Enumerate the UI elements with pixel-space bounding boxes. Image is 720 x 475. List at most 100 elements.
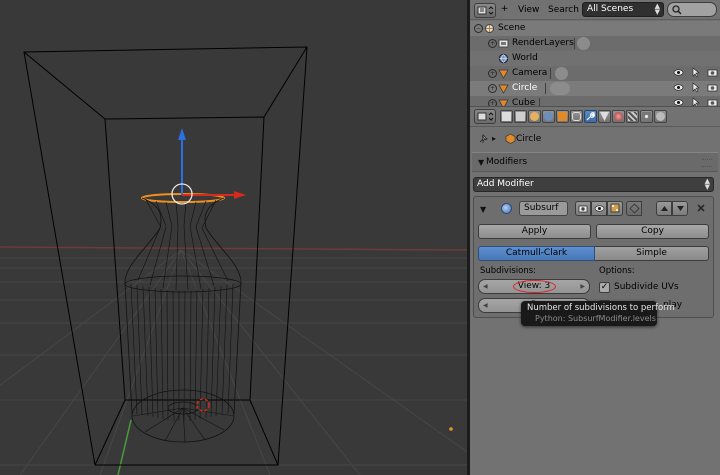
render-camera-icon[interactable] xyxy=(707,82,718,93)
editor-type-button[interactable] xyxy=(474,3,496,18)
world-icon xyxy=(498,53,509,64)
cursor-select-icon[interactable] xyxy=(690,82,701,93)
row-label: Camera xyxy=(512,68,548,78)
circle-object-wireframe xyxy=(124,193,242,443)
pin-icon[interactable] xyxy=(478,134,488,144)
scene-tab[interactable] xyxy=(528,110,541,123)
copy-button[interactable]: Copy xyxy=(596,224,709,239)
simple-button[interactable]: Simple xyxy=(595,246,709,261)
move-up-button[interactable] xyxy=(656,201,672,216)
decrement-arrow-icon[interactable]: ◀ xyxy=(483,280,488,293)
tooltip-text: Number of subdivisions to perform xyxy=(527,303,675,313)
3d-cursor[interactable] xyxy=(196,398,210,412)
subsurf-modifier-box: ▼ Subsurf Apply Copy Catmull-Clark Simpl… xyxy=(473,196,714,318)
outliner-search-input[interactable] xyxy=(667,2,717,17)
camera-data-icon[interactable] xyxy=(555,67,568,80)
panel-title: Modifiers xyxy=(486,157,528,167)
properties-context-bar xyxy=(470,106,720,127)
outliner-row-renderlayers[interactable]: + RenderLayers xyxy=(470,36,720,51)
eye-icon[interactable] xyxy=(673,97,684,106)
menu-view[interactable]: View xyxy=(518,5,539,15)
viewport-toggle-button[interactable] xyxy=(591,201,607,216)
arrow-down-icon xyxy=(677,206,684,211)
breadcrumb: ▸ Circle xyxy=(470,127,720,151)
texture-tab[interactable] xyxy=(626,110,639,123)
render-camera-icon[interactable] xyxy=(707,67,718,78)
decrement-arrow-icon[interactable]: ◀ xyxy=(483,299,488,312)
tooltip-python-path: Python: SubsurfModifier.levels xyxy=(535,314,656,323)
cage-icon xyxy=(629,203,640,214)
cage-toggle-button[interactable] xyxy=(626,201,642,216)
particles-tab[interactable] xyxy=(640,110,653,123)
mesh-data-modifier-icon[interactable] xyxy=(550,82,570,95)
expand-icon[interactable]: + xyxy=(488,84,497,93)
eye-icon[interactable] xyxy=(673,67,684,78)
subdivide-uvs-label: Subdivide UVs xyxy=(614,282,679,292)
outliner-row-camera[interactable]: + Camera xyxy=(470,66,720,81)
outliner-panel: + View Search All Scenes ▲ ▼ − Scene + Re… xyxy=(470,0,720,106)
eye-icon[interactable] xyxy=(673,82,684,93)
subdivide-uvs-checkbox[interactable]: ✓ xyxy=(599,282,610,293)
x-axis-arrow[interactable] xyxy=(234,191,246,199)
outliner-row-scene[interactable]: − Scene xyxy=(470,21,720,36)
add-modifier-dropdown[interactable]: Add Modifier ▲ ▼ xyxy=(473,177,714,192)
modifier-collapse-icon[interactable]: ▼ xyxy=(480,205,486,214)
display-mode-select[interactable]: All Scenes ▲ ▼ xyxy=(582,2,664,17)
separator xyxy=(545,83,546,94)
outliner-row-cube[interactable]: + Cube xyxy=(470,96,720,106)
cursor-select-icon[interactable] xyxy=(690,97,701,106)
object-cube-icon xyxy=(505,133,516,144)
x-axis-line xyxy=(0,246,467,251)
constraints-tab[interactable] xyxy=(570,110,583,123)
outliner-header: + View Search All Scenes ▲ ▼ xyxy=(470,0,720,20)
header-expand-icon[interactable]: + xyxy=(500,5,509,14)
3d-viewport[interactable] xyxy=(0,0,467,475)
expand-icon[interactable]: + xyxy=(488,99,497,106)
expand-icon[interactable]: + xyxy=(488,69,497,78)
modifiers-tab[interactable] xyxy=(584,110,597,123)
lamp-dot xyxy=(449,427,453,431)
outliner-editor-icon xyxy=(477,6,494,15)
move-down-button[interactable] xyxy=(672,201,688,216)
expand-icon[interactable]: + xyxy=(488,39,497,48)
search-icon xyxy=(672,5,682,15)
close-icon[interactable] xyxy=(696,203,706,213)
object-tab[interactable] xyxy=(556,110,569,123)
select-arrows-icon: ▲ ▼ xyxy=(654,2,660,16)
data-tab[interactable] xyxy=(598,110,611,123)
render-layer-sub-icon[interactable] xyxy=(577,37,590,50)
row-label: RenderLayers xyxy=(512,38,574,48)
drag-grip-icon[interactable] xyxy=(702,159,712,167)
add-modifier-label: Add Modifier xyxy=(477,179,534,189)
world-tab[interactable] xyxy=(542,110,555,123)
breadcrumb-object-name: Circle xyxy=(516,134,542,144)
separator xyxy=(539,98,540,106)
y-axis-line xyxy=(117,419,132,475)
modifiers-panel-header[interactable]: ▼ Modifiers xyxy=(472,152,718,172)
properties-editor-type-button[interactable] xyxy=(474,109,496,124)
editmode-toggle-button[interactable] xyxy=(607,201,623,216)
z-axis-arrow[interactable] xyxy=(178,128,186,140)
subdivisions-label: Subdivisions: xyxy=(480,266,536,276)
physics-tab[interactable] xyxy=(654,110,667,123)
outliner-row-world[interactable]: World xyxy=(470,51,720,66)
render-toggle-button[interactable] xyxy=(575,201,591,216)
scene-icon xyxy=(485,24,494,33)
camera-icon xyxy=(578,205,588,213)
cursor-select-icon[interactable] xyxy=(690,67,701,78)
arrow-up-icon xyxy=(661,206,668,211)
row-label: World xyxy=(512,53,538,63)
outliner-row-circle[interactable]: + Circle xyxy=(470,81,720,96)
increment-arrow-icon[interactable]: ▶ xyxy=(580,280,585,293)
render-camera-icon[interactable] xyxy=(707,97,718,106)
catmull-clark-button[interactable]: Catmull-Clark xyxy=(478,246,595,261)
menu-search[interactable]: Search xyxy=(548,5,579,15)
collapse-icon[interactable]: − xyxy=(474,24,483,33)
render-layers-tab[interactable] xyxy=(514,110,527,123)
renderlayers-icon xyxy=(498,39,509,48)
render-tab[interactable] xyxy=(500,110,513,123)
material-tab[interactable] xyxy=(612,110,625,123)
modifier-name-field[interactable]: Subsurf xyxy=(519,201,568,216)
select-arrows-icon: ▲ ▼ xyxy=(704,177,710,191)
apply-button[interactable]: Apply xyxy=(478,224,591,239)
